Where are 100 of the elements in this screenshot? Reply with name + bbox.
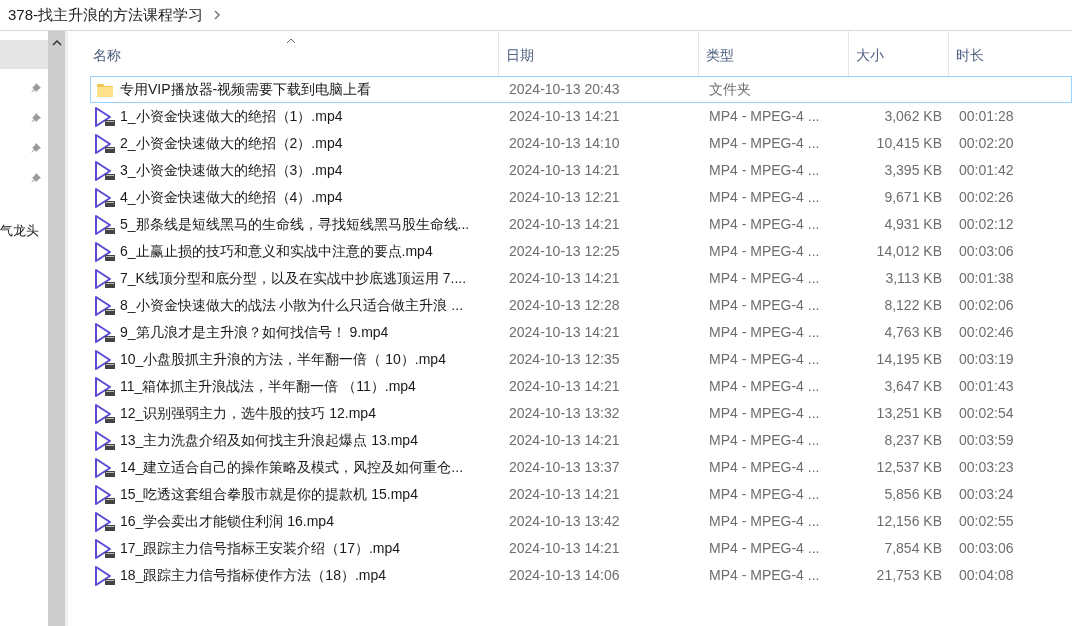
size-cell: 8,122 KB [884,297,942,313]
date-cell: 2024-10-13 14:21 [509,216,620,232]
date-cell: 2024-10-13 14:10 [509,135,620,151]
duration-cell: 00:02:55 [959,513,1014,529]
type-cell: MP4 - MPEG-4 ... [709,378,820,394]
file-name: 1_小资金快速做大的绝招（1）.mp4 [120,107,343,126]
type-cell: MP4 - MPEG-4 ... [709,459,820,475]
file-name: 16_学会卖出才能锁住利润 16.mp4 [120,512,334,531]
file-name: 11_箱体抓主升浪战法，半年翻一倍 （11）.mp4 [120,377,416,396]
scrollbar[interactable] [48,31,68,626]
column-header[interactable]: 大小 [848,31,948,76]
duration-cell: 00:01:38 [959,270,1014,286]
file-row[interactable]: 13_主力洗盘介绍及如何找主升浪起爆点 13.mp4 2024-10-13 14:21 MP4 - MPEG-4 ... 8,237 KB 00:03:59 [90,427,1072,454]
type-cell: MP4 - MPEG-4 ... [709,189,820,205]
file-row[interactable]: 17_跟踪主力信号指标王安装介绍（17）.mp4 2024-10-13 14:21 MP4 - MPEG-4 ... 7,854 KB 00:03:06 [90,535,1072,562]
file-row[interactable]: 8_小资金快速做大的战法 小散为什么只适合做主升浪 ... 2024-10-13 12:28 MP4 - MPEG-4 ... 8,122 KB 00:02:06 [90,292,1072,319]
duration-cell: 00:03:06 [959,243,1014,259]
size-cell: 3,647 KB [884,378,942,394]
date-cell: 2024-10-13 14:21 [509,432,620,448]
file-row[interactable]: 1_小资金快速做大的绝招（1）.mp4 2024-10-13 14:21 MP4 - MPEG-4 ... 3,062 KB 00:01:28 [90,103,1072,130]
size-cell: 12,156 KB [876,513,942,529]
file-row[interactable]: 10_小盘股抓主升浪的方法，半年翻一倍（ 10）.mp4 2024-10-13 12:35 MP4 - MPEG-4 ... 14,195 KB 00:03:19 [90,346,1072,373]
type-cell: MP4 - MPEG-4 ... [709,162,820,178]
file-name: 10_小盘股抓主升浪的方法，半年翻一倍（ 10）.mp4 [120,350,446,369]
file-row[interactable]: 6_止赢止损的技巧和意义和实战中注意的要点.mp4 2024-10-13 12:25 MP4 - MPEG-4 ... 14,012 KB 00:03:06 [90,238,1072,265]
date-cell: 2024-10-13 13:32 [509,405,620,421]
file-name: 14_建立适合自己的操作策略及模式，风控及如何重仓... [120,458,464,477]
date-cell: 2024-10-13 14:21 [509,270,620,286]
column-header[interactable]: 时长 [948,31,1060,76]
duration-cell: 00:02:46 [959,324,1014,340]
date-cell: 2024-10-13 13:37 [509,459,620,475]
date-cell: 2024-10-13 12:28 [509,297,620,313]
size-cell: 10,415 KB [876,135,942,151]
duration-cell: 00:02:20 [959,135,1014,151]
pin-icon [30,82,42,94]
video-file-icon [94,186,116,209]
file-row[interactable]: 5_那条线是短线黑马的生命线，寻找短线黑马股生命线... 2024-10-13 14:21 MP4 - MPEG-4 ... 4,931 KB 00:02:12 [90,211,1072,238]
file-row[interactable]: 18_跟踪主力信号指标使作方法（18）.mp4 2024-10-13 14:06 MP4 - MPEG-4 ... 21,753 KB 00:04:08 [90,562,1072,589]
type-cell: 文件夹 [709,81,751,97]
type-cell: MP4 - MPEG-4 ... [709,243,820,259]
size-cell: 12,537 KB [876,459,942,475]
size-cell: 4,931 KB [884,216,942,232]
duration-cell: 00:03:59 [959,432,1014,448]
file-name: 15_吃透这套组合拳股市就是你的提款机 15.mp4 [120,485,418,504]
size-cell: 5,856 KB [884,486,942,502]
file-name: 8_小资金快速做大的战法 小散为什么只适合做主升浪 ... [120,296,464,315]
file-name: 13_主力洗盘介绍及如何找主升浪起爆点 13.mp4 [120,431,418,450]
video-file-icon [94,321,116,344]
type-cell: MP4 - MPEG-4 ... [709,108,820,124]
pin-icon [30,112,42,124]
breadcrumb-folder[interactable]: 378-找主升浪的方法课程学习 [8,3,204,27]
file-row[interactable]: 14_建立适合自己的操作策略及模式，风控及如何重仓... 2024-10-13 13:37 MP4 - MPEG-4 ... 12,537 KB 00:03:23 [90,454,1072,481]
file-name: 5_那条线是短线黑马的生命线，寻找短线黑马股生命线... [120,215,470,234]
file-row[interactable]: 11_箱体抓主升浪战法，半年翻一倍 （11）.mp4 2024-10-13 14:21 MP4 - MPEG-4 ... 3,647 KB 00:01:43 [90,373,1072,400]
duration-cell: 00:04:08 [959,567,1014,583]
file-row[interactable]: 4_小资金快速做大的绝招（4）.mp4 2024-10-13 12:21 MP4 - MPEG-4 ... 9,671 KB 00:02:26 [90,184,1072,211]
file-name: 18_跟踪主力信号指标使作方法（18）.mp4 [120,566,387,585]
pin-icon [30,142,42,154]
type-cell: MP4 - MPEG-4 ... [709,432,820,448]
video-file-icon [94,537,116,560]
file-row[interactable]: 2_小资金快速做大的绝招（2）.mp4 2024-10-13 14:10 MP4 - MPEG-4 ... 10,415 KB 00:02:20 [90,130,1072,157]
size-cell: 14,195 KB [876,351,942,367]
date-cell: 2024-10-13 14:21 [509,486,620,502]
file-name: 12_识别强弱主力，选牛股的技巧 12.mp4 [120,404,376,423]
duration-cell: 00:03:06 [959,540,1014,556]
video-file-icon [94,483,116,506]
file-row[interactable]: 3_小资金快速做大的绝招（3）.mp4 2024-10-13 14:21 MP4 - MPEG-4 ... 3,395 KB 00:01:42 [90,157,1072,184]
file-row[interactable]: 专用VIP播放器-视频需要下载到电脑上看 2024-10-13 20:43 文件夹 [90,76,1072,103]
duration-cell: 00:01:42 [959,162,1014,178]
nav-item-label[interactable]: 气龙头 [0,221,39,241]
column-header[interactable]: 类型 [698,31,848,76]
type-cell: MP4 - MPEG-4 ... [709,540,820,556]
type-cell: MP4 - MPEG-4 ... [709,270,820,286]
file-row[interactable]: 16_学会卖出才能锁住利润 16.mp4 2024-10-13 13:42 MP4 - MPEG-4 ... 12,156 KB 00:02:55 [90,508,1072,535]
file-row[interactable]: 12_识别强弱主力，选牛股的技巧 12.mp4 2024-10-13 13:32 MP4 - MPEG-4 ... 13,251 KB 00:02:54 [90,400,1072,427]
duration-cell: 00:02:12 [959,216,1014,232]
size-cell: 21,753 KB [876,567,942,583]
date-cell: 2024-10-13 14:21 [509,378,620,394]
chevron-right-icon[interactable] [213,9,222,21]
column-header[interactable]: 名称 [90,31,498,76]
file-row[interactable]: 7_K线顶分型和底分型，以及在实战中抄底逃顶运用 7.... 2024-10-13 14:21 MP4 - MPEG-4 ... 3,113 KB 00:01:38 [90,265,1072,292]
date-cell: 2024-10-13 14:21 [509,162,620,178]
type-cell: MP4 - MPEG-4 ... [709,135,820,151]
file-row[interactable]: 15_吃透这套组合拳股市就是你的提款机 15.mp4 2024-10-13 14:21 MP4 - MPEG-4 ... 5,856 KB 00:03:24 [90,481,1072,508]
file-name: 2_小资金快速做大的绝招（2）.mp4 [120,134,343,153]
file-row[interactable]: 9_第几浪才是主升浪？如何找信号！ 9.mp4 2024-10-13 14:21 MP4 - MPEG-4 ... 4,763 KB 00:02:46 [90,319,1072,346]
type-cell: MP4 - MPEG-4 ... [709,567,820,583]
column-header[interactable]: 日期 [498,31,698,76]
type-cell: MP4 - MPEG-4 ... [709,405,820,421]
video-file-icon [94,105,116,128]
video-file-icon [94,375,116,398]
file-name: 6_止赢止损的技巧和意义和实战中注意的要点.mp4 [120,242,433,261]
size-cell: 14,012 KB [876,243,942,259]
scroll-up-icon[interactable] [51,39,62,46]
video-file-icon [94,456,116,479]
size-cell: 13,251 KB [876,405,942,421]
date-cell: 2024-10-13 12:35 [509,351,620,367]
date-cell: 2024-10-13 14:21 [509,540,620,556]
file-name: 17_跟踪主力信号指标王安装介绍（17）.mp4 [120,539,401,558]
size-cell: 3,062 KB [884,108,942,124]
